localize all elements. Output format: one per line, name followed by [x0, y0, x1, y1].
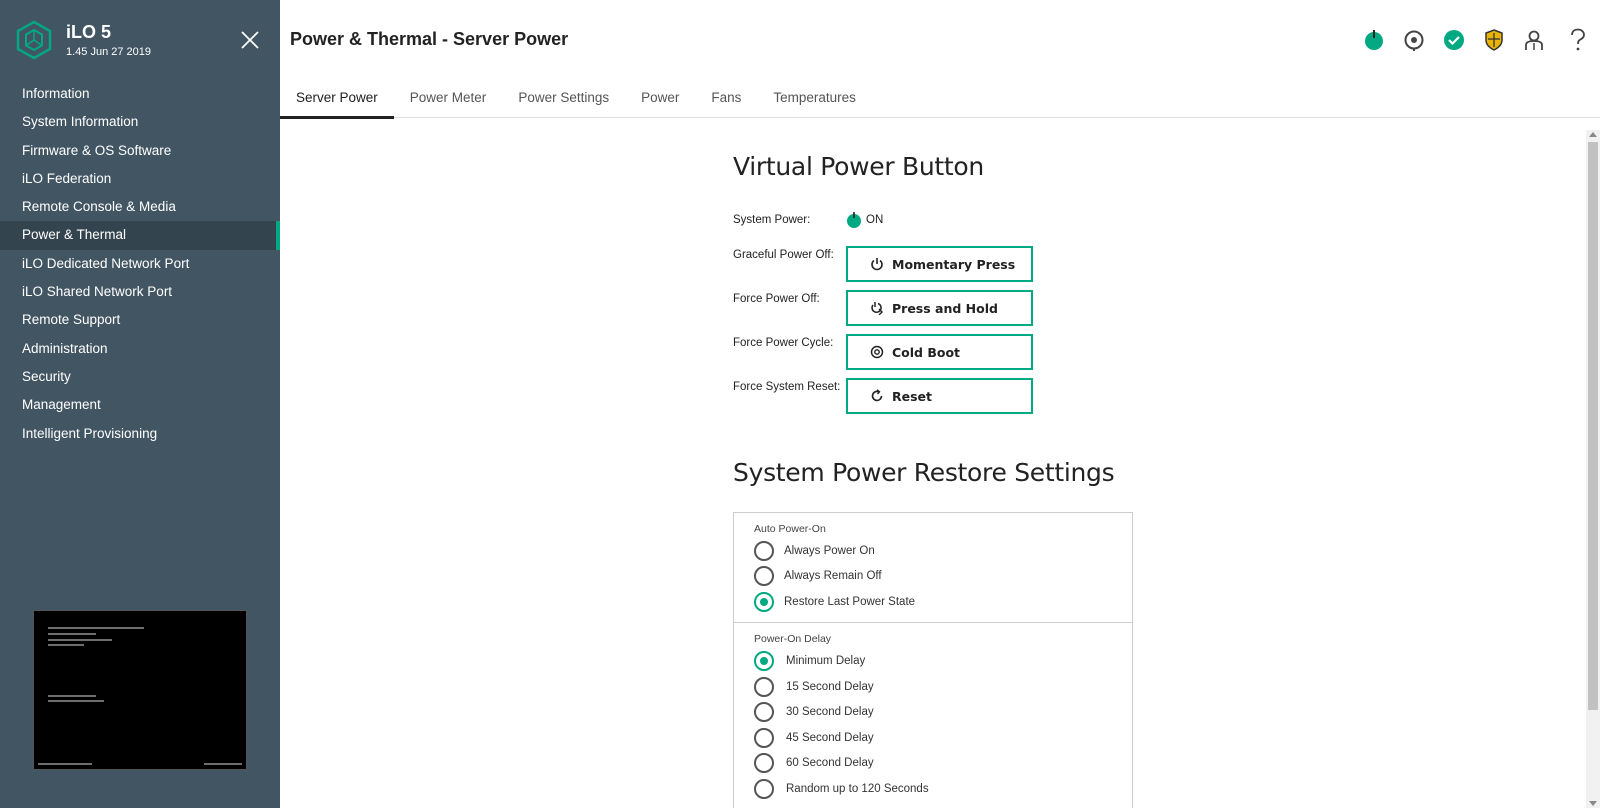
radio-60-second-delay[interactable]: 60 Second Delay	[754, 753, 874, 773]
radio-button-selected[interactable]	[754, 651, 774, 671]
reset-button[interactable]: Reset	[846, 378, 1033, 414]
auto-power-on-label: Auto Power-On	[754, 523, 826, 535]
radio-button[interactable]	[754, 566, 774, 586]
radio-button[interactable]	[754, 753, 774, 773]
restore-settings-title: System Power Restore Settings	[733, 458, 1115, 487]
radio-button[interactable]	[754, 541, 774, 561]
radio-button[interactable]	[754, 677, 774, 697]
sidebar-item-remote-support[interactable]: Remote Support	[0, 306, 280, 334]
reset-icon	[871, 389, 883, 402]
sidebar-item-system-information[interactable]: System Information	[0, 108, 280, 136]
radio-button[interactable]	[754, 702, 774, 722]
system-power-row: System Power: ON	[733, 212, 883, 228]
group-divider	[734, 622, 1132, 623]
radio-always-remain-off[interactable]: Always Remain Off	[754, 566, 882, 586]
force-power-off-label: Force Power Off:	[733, 293, 820, 305]
sidebar-item-management[interactable]: Management	[0, 391, 280, 419]
system-power-label: System Power:	[733, 214, 811, 226]
close-icon[interactable]	[238, 28, 262, 52]
scroll-down-icon[interactable]	[1589, 801, 1597, 806]
scroll-thumb[interactable]	[1588, 142, 1598, 710]
power-on-icon	[847, 212, 861, 228]
radio-15-second-delay[interactable]: 15 Second Delay	[754, 677, 874, 697]
scroll-up-icon[interactable]	[1589, 132, 1597, 137]
force-power-off-row: Force Power Off: Press and Hold	[733, 290, 1033, 326]
power-icon	[871, 258, 883, 271]
graceful-power-off-label: Graceful Power Off:	[733, 249, 834, 261]
sidebar-item-remote-console-media[interactable]: Remote Console & Media	[0, 193, 280, 221]
momentary-press-button[interactable]: Momentary Press	[846, 246, 1033, 282]
sidebar-item-ilo-dedicated-network-port[interactable]: iLO Dedicated Network Port	[0, 250, 280, 278]
sidebar-item-ilo-federation[interactable]: iLO Federation	[0, 165, 280, 193]
sidebar-item-firmware-os-software[interactable]: Firmware & OS Software	[0, 137, 280, 165]
restore-settings-panel: Auto Power-On Always Power On Always Rem…	[733, 512, 1133, 808]
graceful-power-off-row: Graceful Power Off: Momentary Press	[733, 246, 1033, 282]
cold-boot-button[interactable]: Cold Boot	[846, 334, 1033, 370]
brand: iLO 5 1.45 Jun 27 2019	[16, 20, 151, 60]
power-status-icon[interactable]	[1362, 28, 1386, 52]
radio-30-second-delay[interactable]: 30 Second Delay	[754, 702, 874, 722]
radio-button-selected[interactable]	[754, 592, 774, 612]
sidebar-item-intelligent-provisioning[interactable]: Intelligent Provisioning	[0, 420, 280, 448]
page-title: Power & Thermal - Server Power	[290, 29, 569, 49]
user-icon[interactable]	[1522, 28, 1546, 52]
press-and-hold-button[interactable]: Press and Hold	[846, 290, 1033, 326]
tab-power-meter[interactable]: Power Meter	[394, 84, 503, 118]
cold-boot-icon	[870, 345, 884, 359]
radio-random-up-to-120-seconds[interactable]: Random up to 120 Seconds	[754, 779, 929, 799]
content-scrollbar[interactable]	[1586, 130, 1600, 808]
tab-temperatures[interactable]: Temperatures	[757, 84, 872, 118]
sidebar: iLO 5 1.45 Jun 27 2019 Information Syste…	[0, 0, 280, 808]
radio-button[interactable]	[754, 728, 774, 748]
radio-button[interactable]	[754, 779, 774, 799]
virtual-power-button-title: Virtual Power Button	[733, 152, 984, 181]
power-on-delay-label: Power-On Delay	[754, 633, 832, 645]
system-power-status: ON	[846, 212, 883, 228]
tab-power-settings[interactable]: Power Settings	[502, 84, 625, 118]
radio-minimum-delay[interactable]: Minimum Delay	[754, 651, 865, 671]
sidebar-item-information[interactable]: Information	[0, 80, 280, 108]
force-system-reset-row: Force System Reset: Reset	[733, 378, 1033, 414]
brand-version: 1.45 Jun 27 2019	[66, 46, 152, 58]
remote-console-thumbnail[interactable]	[33, 610, 247, 770]
force-power-cycle-row: Force Power Cycle: Cold Boot	[733, 334, 1033, 370]
radio-always-power-on[interactable]: Always Power On	[754, 541, 875, 561]
hpe-logo-icon	[16, 20, 52, 60]
force-power-cycle-label: Force Power Cycle:	[733, 337, 834, 349]
tab-fans[interactable]: Fans	[695, 84, 757, 118]
tab-server-power[interactable]: Server Power	[280, 84, 394, 119]
radio-45-second-delay[interactable]: 45 Second Delay	[754, 728, 874, 748]
sidebar-nav: Information System Information Firmware …	[0, 80, 280, 448]
sidebar-item-administration[interactable]: Administration	[0, 335, 280, 363]
locator-icon[interactable]	[1402, 28, 1426, 52]
help-icon[interactable]	[1566, 28, 1590, 52]
system-power-value: ON	[866, 214, 884, 226]
security-shield-icon[interactable]	[1482, 28, 1506, 52]
sidebar-item-power-thermal[interactable]: Power & Thermal	[0, 221, 280, 251]
tab-power[interactable]: Power	[625, 84, 695, 118]
press-hold-icon	[871, 302, 883, 315]
sidebar-item-ilo-shared-network-port[interactable]: iLO Shared Network Port	[0, 278, 280, 306]
tab-bar: Server Power Power Meter Power Settings …	[280, 84, 1600, 119]
sidebar-item-security[interactable]: Security	[0, 363, 280, 391]
force-system-reset-label: Force System Reset:	[733, 381, 841, 393]
brand-title: iLO 5	[66, 22, 112, 42]
header-toolbar	[1346, 28, 1590, 52]
radio-restore-last-power-state[interactable]: Restore Last Power State	[754, 592, 915, 612]
health-ok-icon[interactable]	[1442, 28, 1466, 52]
